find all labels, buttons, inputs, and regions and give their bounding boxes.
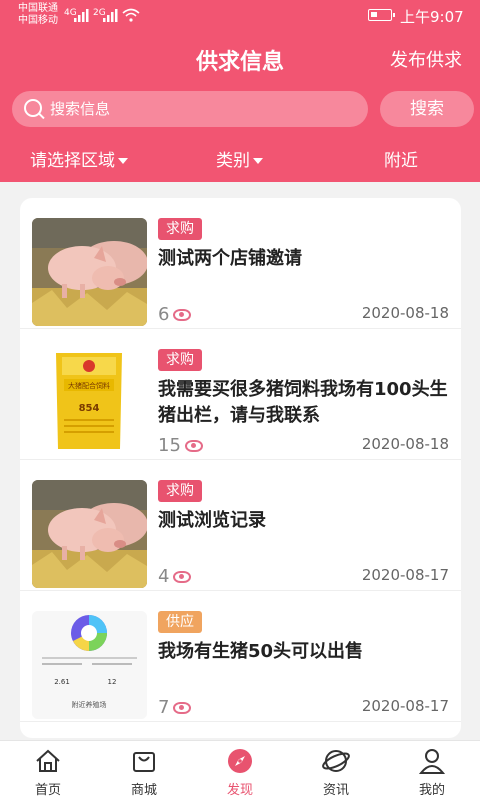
- view-count: 4: [158, 566, 192, 587]
- tag-badge: 求购: [158, 218, 202, 240]
- home-icon: [36, 749, 60, 772]
- tab-discover[interactable]: 发现: [192, 741, 288, 800]
- list-item[interactable]: 大猪配合饲料 854 求购 我需要买很多猪饲料我场有100头生猪出栏，请与我联系…: [20, 329, 461, 460]
- chevron-down-icon: [253, 158, 263, 164]
- wifi-icon: [122, 8, 140, 22]
- search-box[interactable]: [12, 91, 368, 127]
- news-icon: [322, 750, 350, 772]
- signal-icon-2: [103, 9, 118, 22]
- item-title: 我场有生猪50头可以出售: [158, 641, 364, 662]
- publish-button[interactable]: 发布供求: [390, 46, 462, 72]
- app-screenshot-image: 2.61 12 附近养殖场: [32, 611, 147, 719]
- view-count: 7: [158, 697, 192, 718]
- list-item[interactable]: 2.61 12 附近养殖场 供应 我场有生猪50头可以出售 7 2020-08-…: [20, 591, 461, 722]
- tab-profile[interactable]: 我的: [384, 741, 480, 800]
- tab-shop[interactable]: 商城: [96, 741, 192, 800]
- eye-icon: [173, 309, 192, 321]
- tab-discover-label: 发现: [226, 783, 253, 798]
- eye-icon: [173, 571, 192, 583]
- listing-card: 求购 测试两个店铺邀请 6 2020-08-18 大猪配合饲料 854 求购 我…: [20, 198, 461, 738]
- shop-icon: [133, 752, 155, 772]
- tab-profile-label: 我的: [418, 783, 445, 798]
- item-title: 测试浏览记录: [158, 510, 266, 531]
- profile-icon: [418, 749, 446, 774]
- tab-home[interactable]: 首页: [0, 741, 96, 800]
- screenshot-value-2: 12: [108, 678, 117, 686]
- signal-icon: [74, 9, 89, 22]
- screenshot-footer: 附近养殖场: [72, 700, 107, 709]
- list-item[interactable]: 求购 测试两个店铺邀请 6 2020-08-18: [20, 198, 461, 329]
- feed-bag-image: 大猪配合饲料 854: [32, 349, 147, 457]
- search-icon: [24, 99, 42, 117]
- tab-news[interactable]: 资讯: [288, 741, 384, 800]
- carrier-2: 中国移动: [18, 15, 58, 26]
- carrier-info: 中国联通 中国移动: [18, 3, 58, 27]
- tag-badge: 求购: [158, 349, 202, 371]
- nearby-filter[interactable]: 附近: [384, 146, 418, 171]
- tab-bar: 首页 商城 发现 资讯 我的: [0, 740, 480, 800]
- feed-bag-text: 大猪配合饲料: [68, 381, 110, 390]
- list-item[interactable]: 求购 测试浏览记录 4 2020-08-17: [20, 460, 461, 591]
- pig-photo: [32, 218, 147, 326]
- status-time: 上午9:07: [400, 8, 464, 26]
- view-count: 15: [158, 435, 203, 456]
- search-input[interactable]: [50, 91, 350, 127]
- region-filter-label: 请选择区域: [30, 151, 115, 171]
- item-title: 我需要买很多猪饲料我场有100头生猪出栏，请与我联系: [158, 379, 448, 426]
- item-title: 测试两个店铺邀请: [158, 248, 302, 269]
- category-filter-label: 类别: [216, 151, 250, 171]
- battery-icon: [368, 9, 395, 21]
- item-date: 2020-08-18: [361, 304, 449, 322]
- carrier-1: 中国联通: [18, 3, 58, 14]
- item-date: 2020-08-17: [361, 697, 449, 715]
- header: 供求信息 发布供求 搜索 请选择区域 类别 附近: [0, 30, 480, 182]
- category-filter[interactable]: 类别: [216, 146, 263, 171]
- status-bar: 中国联通 中国移动 4G 2G 上午9:07: [0, 0, 480, 30]
- item-date: 2020-08-18: [361, 435, 449, 453]
- item-date: 2020-08-17: [361, 566, 449, 584]
- feed-bag-code: 854: [79, 403, 100, 414]
- tag-badge: 求购: [158, 480, 202, 502]
- region-filter[interactable]: 请选择区域: [30, 146, 128, 171]
- tab-news-label: 资讯: [322, 783, 349, 798]
- view-count-value: 4: [158, 566, 170, 587]
- tag-badge: 供应: [158, 611, 202, 633]
- view-count-value: 6: [158, 304, 170, 325]
- view-count: 6: [158, 304, 192, 325]
- eye-icon: [173, 702, 192, 714]
- search-button[interactable]: 搜索: [380, 91, 474, 127]
- screenshot-value-1: 2.61: [54, 678, 70, 686]
- view-count-value: 15: [158, 435, 181, 456]
- tab-home-label: 首页: [34, 783, 61, 798]
- pig-photo: [32, 480, 147, 588]
- eye-icon: [184, 440, 203, 452]
- view-count-value: 7: [158, 697, 170, 718]
- chevron-down-icon: [118, 158, 128, 164]
- discover-icon: [228, 749, 252, 773]
- tab-shop-label: 商城: [130, 783, 157, 798]
